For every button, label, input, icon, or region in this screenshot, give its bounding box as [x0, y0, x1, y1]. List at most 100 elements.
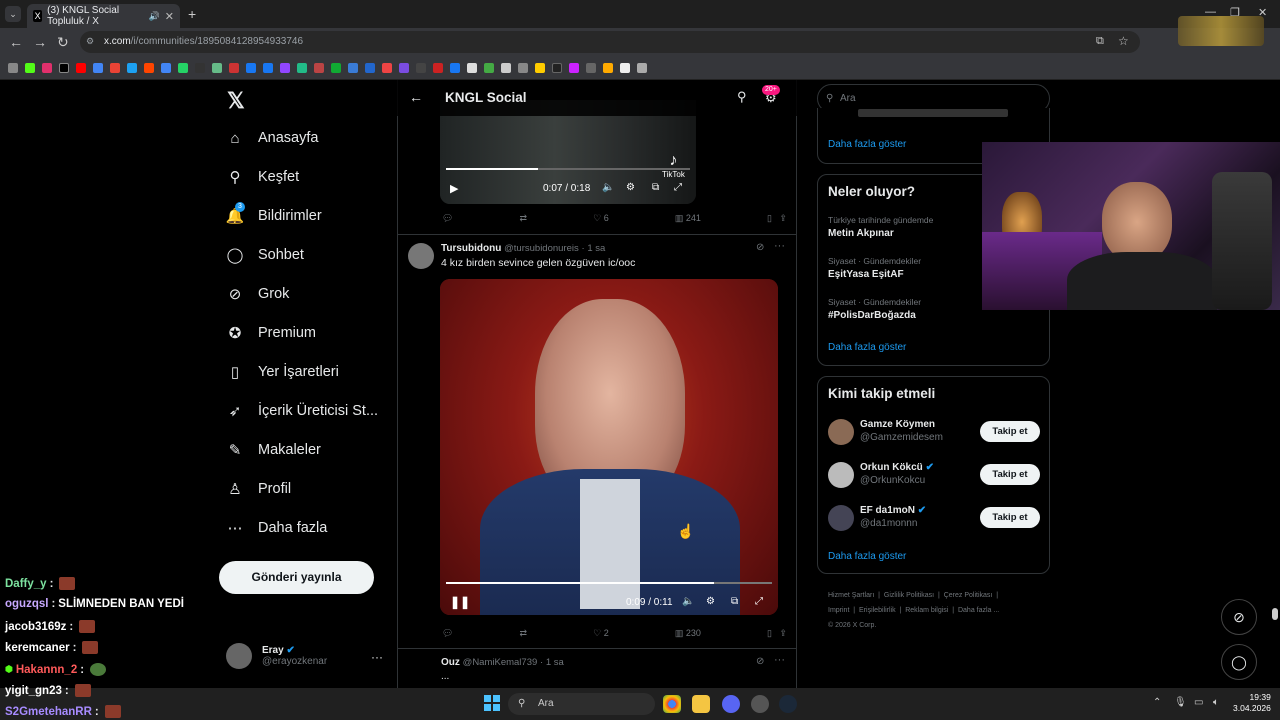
bookmark-star-icon[interactable]: ☆ [1118, 34, 1129, 48]
footer-link[interactable]: Gizlilik Politikası [884, 592, 934, 599]
nav-item-notifications[interactable]: 🔔 3 Bildirimler [226, 202, 322, 225]
apps-grid-icon[interactable] [8, 62, 18, 73]
bookmark-icon-24[interactable] [416, 62, 426, 73]
bookmark-icon[interactable]: ▯ [767, 628, 772, 638]
bookmark-icon-12[interactable] [212, 62, 222, 73]
follow-button[interactable]: Takip et [980, 507, 1040, 528]
bookmark-icon-26[interactable] [450, 62, 460, 73]
taskbar-search[interactable]: ⚲ Ara [508, 693, 655, 715]
fullscreen-icon[interactable]: ⤢ [755, 596, 763, 607]
bookmark-icon-19[interactable] [331, 62, 341, 73]
windows-start-icon[interactable] [484, 695, 500, 711]
back-arrow-icon[interactable]: ← [9, 34, 23, 50]
bookmark-icon-13[interactable] [229, 62, 239, 73]
pip-icon[interactable]: ⧉ [731, 596, 738, 607]
tray-chevron-icon[interactable]: ⌃ [1153, 697, 1161, 708]
settings-icon[interactable]: ⚙ [706, 596, 715, 607]
file-explorer-icon[interactable] [692, 695, 710, 713]
facebook-bookmark-icon[interactable] [246, 62, 256, 73]
bookmark-icon-17[interactable] [297, 62, 307, 73]
nav-item-more[interactable]: ⋯ Daha fazla [226, 519, 328, 537]
install-app-icon[interactable]: ⧉ [1096, 35, 1104, 48]
bookmark-icon-7[interactable] [127, 62, 137, 73]
nav-item-premium[interactable]: ✪ Premium [226, 324, 316, 342]
share-icon[interactable]: ⇪ [779, 628, 787, 638]
twitch-bookmark-icon[interactable] [280, 62, 290, 73]
nav-item-profile[interactable]: ♙ Profil [226, 480, 291, 498]
follow-button[interactable]: Takip et [980, 464, 1040, 485]
instagram-bookmark-icon[interactable] [42, 62, 52, 73]
show-more-link[interactable]: Daha fazla göster [828, 551, 906, 562]
bookmark-icon-25[interactable] [433, 62, 443, 73]
repost-icon[interactable]: ⇄ [520, 628, 528, 639]
avatar[interactable] [828, 505, 854, 531]
post-time[interactable]: · 1 sa [582, 243, 606, 254]
pip-icon[interactable]: ⧉ [652, 182, 659, 193]
trend-item[interactable]: Türkiye tarihinde gündemde Metin Akpınar [828, 215, 933, 239]
bookmark-icon-23[interactable] [399, 62, 409, 73]
footer-link[interactable]: Çerez Politikası [944, 592, 993, 599]
bookmark-icon-15[interactable] [263, 62, 273, 73]
volume-icon[interactable]: 🔈 [602, 182, 614, 193]
browser-tab[interactable]: X (3) KNGL Social Topluluk / X 🔊 ✕ [27, 4, 180, 28]
grok-explain-icon[interactable]: ⊘ [756, 656, 764, 667]
post-button[interactable]: Gönderi yayınla [219, 561, 374, 594]
footer-link[interactable]: Hizmet Şartları [828, 592, 874, 599]
account-switcher[interactable]: Eray ✔ @erayozkenar [226, 643, 327, 669]
bookmark-icon[interactable]: ▯ [767, 213, 772, 223]
nav-item-creator-studio[interactable]: ➶ İçerik Üreticisi St... [226, 402, 378, 420]
nav-item-articles[interactable]: ✎ Makaleler [226, 441, 321, 459]
grok-float-button[interactable]: ⊘ [1221, 599, 1257, 635]
post-more-icon[interactable]: ··· [774, 654, 785, 666]
footer-link[interactable]: Erişilebilirlik [859, 607, 896, 614]
youtube-bookmark-icon[interactable] [76, 62, 86, 73]
bookmark-icon-30[interactable] [518, 62, 528, 73]
bookmark-icon-18[interactable] [314, 62, 324, 73]
avatar[interactable] [408, 243, 434, 269]
show-more-link[interactable]: Daha fazla göster [828, 139, 906, 150]
grok-explain-icon[interactable]: ⊘ [756, 242, 764, 253]
nav-item-bookmarks[interactable]: ▯ Yer İşaretleri [226, 363, 339, 381]
video-player-2[interactable]: ❚❚ 0:09 / 0:11 🔈 ⚙ ⧉ ⤢ [440, 279, 778, 615]
show-more-link[interactable]: Daha fazla göster [828, 342, 906, 353]
pause-icon[interactable]: ❚❚ [450, 595, 470, 609]
account-more-icon[interactable]: ··· [371, 650, 383, 664]
views-button[interactable]: ▥ 241 [675, 213, 701, 224]
speaker-icon[interactable]: 🔈︎ [1213, 697, 1219, 708]
reload-icon[interactable]: ↻ [57, 34, 69, 51]
network-icon[interactable]: ▭ [1194, 697, 1203, 708]
author-name[interactable]: Tursubidonu [441, 243, 501, 254]
messages-float-button[interactable]: ◯ [1221, 644, 1257, 680]
author-name[interactable]: Ouz [441, 657, 460, 668]
close-tab-icon[interactable]: ✕ [165, 10, 174, 23]
bookmark-icon-11[interactable] [195, 62, 205, 73]
site-info-icon[interactable]: ⚙ [86, 36, 94, 47]
like-button[interactable]: ♡ 2 [593, 628, 609, 639]
gmail-bookmark-icon[interactable] [110, 62, 120, 73]
post-more-icon[interactable]: ··· [774, 240, 785, 252]
footer-link[interactable]: Daha fazla ... [958, 607, 999, 614]
bookmark-icon-36[interactable] [620, 62, 630, 73]
settings-icon[interactable]: ⚙ [626, 182, 635, 193]
app-icon[interactable] [751, 695, 769, 713]
bookmark-icon-29[interactable] [501, 62, 511, 73]
forward-arrow-icon[interactable]: → [33, 34, 47, 50]
bookmark-icon-33[interactable] [569, 62, 579, 73]
follow-user[interactable]: Gamze Köymen @Gamzemidesem [860, 419, 943, 443]
nav-item-home[interactable]: ⌂ Anasayfa [226, 129, 318, 147]
trend-item[interactable]: Siyaset · Gündemdekiler #PolisDarBoğazda [828, 297, 921, 321]
bookmark-icon-35[interactable] [603, 62, 613, 73]
discord-icon[interactable] [722, 695, 740, 713]
chrome-icon[interactable] [663, 695, 681, 713]
bookmark-icon-34[interactable] [586, 62, 596, 73]
share-icon[interactable]: ⇪ [779, 213, 787, 223]
reply-icon[interactable]: 💬︎ [442, 628, 453, 639]
play-icon[interactable]: ▶ [450, 182, 458, 195]
translate-bookmark-icon[interactable] [161, 62, 171, 73]
scrollbar-thumb[interactable] [1272, 608, 1278, 620]
author-handle[interactable]: @tursubidonureis [504, 243, 579, 254]
x-bookmark-icon[interactable] [59, 62, 69, 73]
follow-button[interactable]: Takip et [980, 421, 1040, 442]
follow-user[interactable]: EF da1moN ✔ @da1monnn [860, 505, 926, 529]
footer-link[interactable]: Imprint [828, 607, 849, 614]
